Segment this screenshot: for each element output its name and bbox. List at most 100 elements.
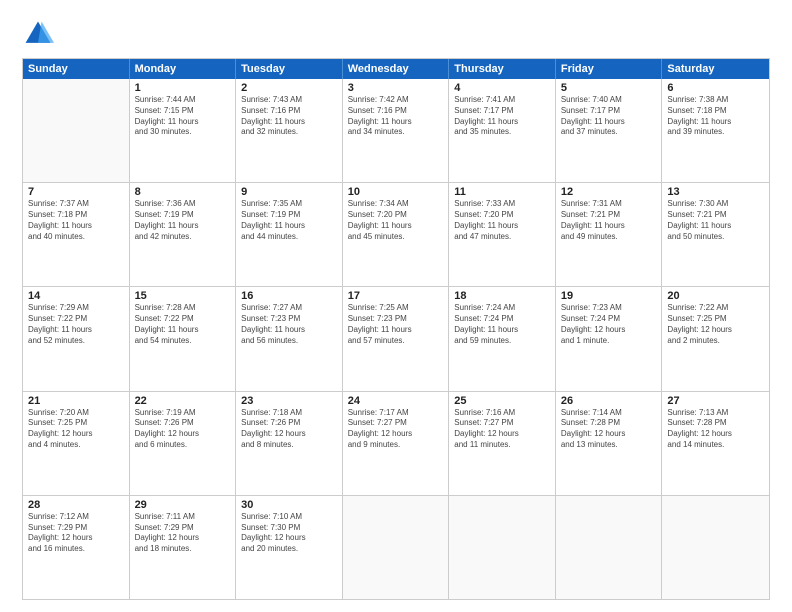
day-info: Sunrise: 7:38 AM Sunset: 7:18 PM Dayligh… [667, 95, 764, 138]
day-info: Sunrise: 7:28 AM Sunset: 7:22 PM Dayligh… [135, 303, 231, 346]
day-info: Sunrise: 7:20 AM Sunset: 7:25 PM Dayligh… [28, 408, 124, 451]
day-number: 15 [135, 290, 231, 302]
calendar-cell-4-5: 25Sunrise: 7:16 AM Sunset: 7:27 PM Dayli… [449, 392, 556, 495]
header-day-tuesday: Tuesday [236, 59, 343, 79]
day-number: 28 [28, 499, 124, 511]
calendar-cell-2-4: 10Sunrise: 7:34 AM Sunset: 7:20 PM Dayli… [343, 183, 450, 286]
calendar-cell-1-5: 4Sunrise: 7:41 AM Sunset: 7:17 PM Daylig… [449, 79, 556, 182]
calendar-cell-3-3: 16Sunrise: 7:27 AM Sunset: 7:23 PM Dayli… [236, 287, 343, 390]
day-info: Sunrise: 7:44 AM Sunset: 7:15 PM Dayligh… [135, 95, 231, 138]
calendar-cell-5-3: 30Sunrise: 7:10 AM Sunset: 7:30 PM Dayli… [236, 496, 343, 599]
day-number: 21 [28, 395, 124, 407]
day-info: Sunrise: 7:19 AM Sunset: 7:26 PM Dayligh… [135, 408, 231, 451]
day-info: Sunrise: 7:35 AM Sunset: 7:19 PM Dayligh… [241, 199, 337, 242]
calendar-cell-3-5: 18Sunrise: 7:24 AM Sunset: 7:24 PM Dayli… [449, 287, 556, 390]
day-info: Sunrise: 7:42 AM Sunset: 7:16 PM Dayligh… [348, 95, 444, 138]
header-day-monday: Monday [130, 59, 237, 79]
day-info: Sunrise: 7:25 AM Sunset: 7:23 PM Dayligh… [348, 303, 444, 346]
day-info: Sunrise: 7:16 AM Sunset: 7:27 PM Dayligh… [454, 408, 550, 451]
calendar-cell-4-3: 23Sunrise: 7:18 AM Sunset: 7:26 PM Dayli… [236, 392, 343, 495]
calendar-cell-4-7: 27Sunrise: 7:13 AM Sunset: 7:28 PM Dayli… [662, 392, 769, 495]
calendar-cell-1-4: 3Sunrise: 7:42 AM Sunset: 7:16 PM Daylig… [343, 79, 450, 182]
day-info: Sunrise: 7:13 AM Sunset: 7:28 PM Dayligh… [667, 408, 764, 451]
calendar-cell-1-3: 2Sunrise: 7:43 AM Sunset: 7:16 PM Daylig… [236, 79, 343, 182]
calendar-header: SundayMondayTuesdayWednesdayThursdayFrid… [23, 59, 769, 79]
day-number: 9 [241, 186, 337, 198]
day-info: Sunrise: 7:24 AM Sunset: 7:24 PM Dayligh… [454, 303, 550, 346]
day-number: 19 [561, 290, 657, 302]
day-number: 10 [348, 186, 444, 198]
day-info: Sunrise: 7:36 AM Sunset: 7:19 PM Dayligh… [135, 199, 231, 242]
day-number: 25 [454, 395, 550, 407]
day-number: 11 [454, 186, 550, 198]
calendar-cell-5-1: 28Sunrise: 7:12 AM Sunset: 7:29 PM Dayli… [23, 496, 130, 599]
day-number: 24 [348, 395, 444, 407]
logo-icon [22, 18, 54, 50]
logo [22, 18, 60, 50]
day-number: 29 [135, 499, 231, 511]
calendar-cell-2-5: 11Sunrise: 7:33 AM Sunset: 7:20 PM Dayli… [449, 183, 556, 286]
day-number: 12 [561, 186, 657, 198]
calendar-cell-2-3: 9Sunrise: 7:35 AM Sunset: 7:19 PM Daylig… [236, 183, 343, 286]
calendar-cell-2-2: 8Sunrise: 7:36 AM Sunset: 7:19 PM Daylig… [130, 183, 237, 286]
header [22, 18, 770, 50]
day-number: 18 [454, 290, 550, 302]
day-info: Sunrise: 7:18 AM Sunset: 7:26 PM Dayligh… [241, 408, 337, 451]
header-day-wednesday: Wednesday [343, 59, 450, 79]
header-day-saturday: Saturday [662, 59, 769, 79]
day-number: 8 [135, 186, 231, 198]
calendar-cell-2-7: 13Sunrise: 7:30 AM Sunset: 7:21 PM Dayli… [662, 183, 769, 286]
calendar-cell-3-1: 14Sunrise: 7:29 AM Sunset: 7:22 PM Dayli… [23, 287, 130, 390]
page: SundayMondayTuesdayWednesdayThursdayFrid… [0, 0, 792, 612]
calendar: SundayMondayTuesdayWednesdayThursdayFrid… [22, 58, 770, 600]
day-number: 23 [241, 395, 337, 407]
day-info: Sunrise: 7:29 AM Sunset: 7:22 PM Dayligh… [28, 303, 124, 346]
day-info: Sunrise: 7:27 AM Sunset: 7:23 PM Dayligh… [241, 303, 337, 346]
calendar-cell-1-6: 5Sunrise: 7:40 AM Sunset: 7:17 PM Daylig… [556, 79, 663, 182]
day-info: Sunrise: 7:30 AM Sunset: 7:21 PM Dayligh… [667, 199, 764, 242]
calendar-cell-3-6: 19Sunrise: 7:23 AM Sunset: 7:24 PM Dayli… [556, 287, 663, 390]
calendar-cell-3-2: 15Sunrise: 7:28 AM Sunset: 7:22 PM Dayli… [130, 287, 237, 390]
calendar-cell-1-1 [23, 79, 130, 182]
calendar-row-3: 14Sunrise: 7:29 AM Sunset: 7:22 PM Dayli… [23, 287, 769, 391]
calendar-cell-3-7: 20Sunrise: 7:22 AM Sunset: 7:25 PM Dayli… [662, 287, 769, 390]
day-info: Sunrise: 7:37 AM Sunset: 7:18 PM Dayligh… [28, 199, 124, 242]
day-number: 26 [561, 395, 657, 407]
day-info: Sunrise: 7:14 AM Sunset: 7:28 PM Dayligh… [561, 408, 657, 451]
calendar-cell-4-1: 21Sunrise: 7:20 AM Sunset: 7:25 PM Dayli… [23, 392, 130, 495]
day-number: 4 [454, 82, 550, 94]
calendar-cell-1-2: 1Sunrise: 7:44 AM Sunset: 7:15 PM Daylig… [130, 79, 237, 182]
day-info: Sunrise: 7:12 AM Sunset: 7:29 PM Dayligh… [28, 512, 124, 555]
day-number: 1 [135, 82, 231, 94]
day-number: 16 [241, 290, 337, 302]
calendar-cell-4-4: 24Sunrise: 7:17 AM Sunset: 7:27 PM Dayli… [343, 392, 450, 495]
day-info: Sunrise: 7:33 AM Sunset: 7:20 PM Dayligh… [454, 199, 550, 242]
calendar-cell-1-7: 6Sunrise: 7:38 AM Sunset: 7:18 PM Daylig… [662, 79, 769, 182]
day-info: Sunrise: 7:17 AM Sunset: 7:27 PM Dayligh… [348, 408, 444, 451]
day-number: 22 [135, 395, 231, 407]
header-day-sunday: Sunday [23, 59, 130, 79]
calendar-cell-5-7 [662, 496, 769, 599]
day-number: 27 [667, 395, 764, 407]
calendar-cell-4-2: 22Sunrise: 7:19 AM Sunset: 7:26 PM Dayli… [130, 392, 237, 495]
calendar-row-5: 28Sunrise: 7:12 AM Sunset: 7:29 PM Dayli… [23, 496, 769, 599]
header-day-friday: Friday [556, 59, 663, 79]
calendar-row-1: 1Sunrise: 7:44 AM Sunset: 7:15 PM Daylig… [23, 79, 769, 183]
calendar-row-4: 21Sunrise: 7:20 AM Sunset: 7:25 PM Dayli… [23, 392, 769, 496]
day-number: 13 [667, 186, 764, 198]
day-number: 30 [241, 499, 337, 511]
day-info: Sunrise: 7:41 AM Sunset: 7:17 PM Dayligh… [454, 95, 550, 138]
header-day-thursday: Thursday [449, 59, 556, 79]
calendar-cell-4-6: 26Sunrise: 7:14 AM Sunset: 7:28 PM Dayli… [556, 392, 663, 495]
day-number: 3 [348, 82, 444, 94]
day-info: Sunrise: 7:40 AM Sunset: 7:17 PM Dayligh… [561, 95, 657, 138]
day-info: Sunrise: 7:31 AM Sunset: 7:21 PM Dayligh… [561, 199, 657, 242]
calendar-cell-2-6: 12Sunrise: 7:31 AM Sunset: 7:21 PM Dayli… [556, 183, 663, 286]
calendar-row-2: 7Sunrise: 7:37 AM Sunset: 7:18 PM Daylig… [23, 183, 769, 287]
calendar-cell-5-4 [343, 496, 450, 599]
day-number: 20 [667, 290, 764, 302]
calendar-body: 1Sunrise: 7:44 AM Sunset: 7:15 PM Daylig… [23, 79, 769, 599]
day-number: 6 [667, 82, 764, 94]
day-info: Sunrise: 7:10 AM Sunset: 7:30 PM Dayligh… [241, 512, 337, 555]
day-info: Sunrise: 7:11 AM Sunset: 7:29 PM Dayligh… [135, 512, 231, 555]
